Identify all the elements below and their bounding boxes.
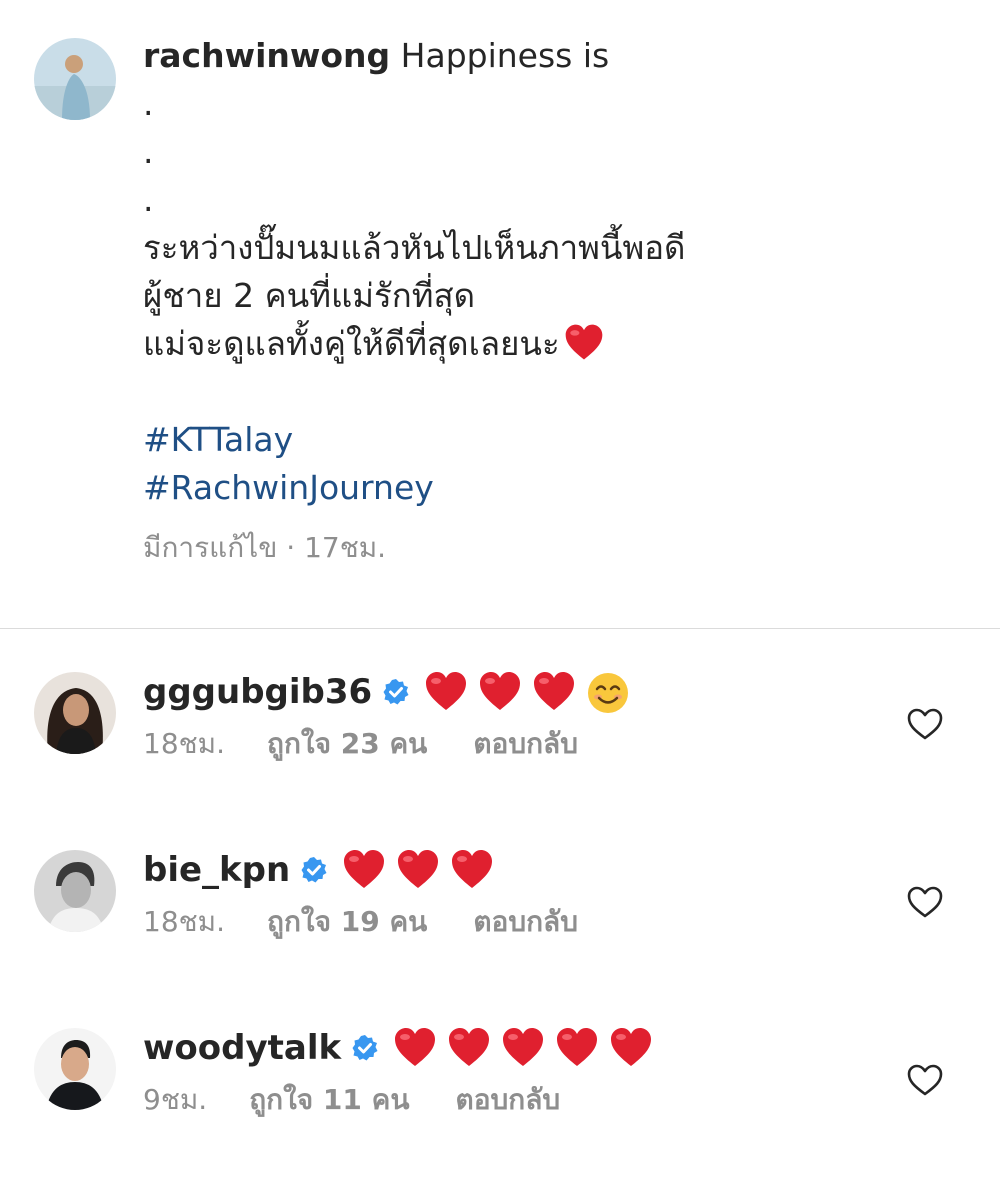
- caption-dot: .: [143, 84, 154, 123]
- comment-username[interactable]: woodytalk: [143, 1028, 341, 1068]
- red-heart-emoji: [499, 1024, 547, 1072]
- smiling-face-emoji: [584, 668, 632, 716]
- red-heart-emoji: [445, 1024, 493, 1072]
- red-heart-emoji: [391, 1024, 439, 1072]
- reply-button[interactable]: ตอบกลับ: [473, 902, 578, 942]
- caption-username[interactable]: rachwinwong: [143, 36, 390, 75]
- comment-item: bie_kpn 18ชม. ถูกใจ 19 คน ตอบกลับ: [0, 840, 1000, 990]
- heart-outline-icon[interactable]: [906, 706, 944, 742]
- heart-outline-icon[interactable]: [906, 1062, 944, 1098]
- reply-button[interactable]: ตอบกลับ: [456, 1080, 561, 1120]
- hashtag-link[interactable]: #KTTalay: [143, 420, 293, 459]
- red-heart-emoji: [448, 846, 496, 894]
- caption-dot: .: [143, 132, 154, 171]
- post-caption: rachwinwong Happiness is . . . ระหว่างปั…: [0, 0, 1000, 628]
- red-heart-emoji: [562, 321, 606, 365]
- comment-likes[interactable]: ถูกใจ 23 คน: [267, 724, 427, 764]
- red-heart-emoji: [394, 846, 442, 894]
- caption-first-line: Happiness is: [400, 36, 610, 75]
- comment-emojis: [340, 846, 502, 894]
- comment-emojis: [422, 668, 638, 716]
- red-heart-emoji: [530, 668, 578, 716]
- comment-item: gggubgib36 18ชม. ถูกใจ 23 คน ตอบกลับ: [0, 662, 1000, 812]
- red-heart-emoji: [422, 668, 470, 716]
- red-heart-emoji: [340, 846, 388, 894]
- verified-badge-icon: [300, 856, 328, 884]
- heart-outline-icon[interactable]: [906, 884, 944, 920]
- comment-item: woodytalk 9ชม. ถูกใจ 11 คน ตอบกลับ: [0, 1018, 1000, 1168]
- comment-username[interactable]: bie_kpn: [143, 850, 290, 890]
- comment-username[interactable]: gggubgib36: [143, 672, 372, 712]
- red-heart-emoji: [476, 668, 524, 716]
- commenter-avatar[interactable]: [34, 1028, 116, 1110]
- caption-line: ผู้ชาย 2 คนที่แม่รักที่สุด: [143, 276, 476, 315]
- comment-likes[interactable]: ถูกใจ 19 คน: [267, 902, 427, 942]
- verified-badge-icon: [382, 678, 410, 706]
- comment-emojis: [391, 1024, 661, 1072]
- caption-edited-time: มีการแก้ไข · 17ชม.: [143, 531, 387, 564]
- comment-likes[interactable]: ถูกใจ 11 คน: [249, 1080, 409, 1120]
- author-avatar[interactable]: [34, 38, 116, 120]
- comment-time: 18ชม.: [143, 727, 225, 760]
- hashtag-link[interactable]: #RachwinJourney: [143, 468, 434, 507]
- divider: [0, 628, 1000, 629]
- comment-time: 9ชม.: [143, 1083, 208, 1116]
- commenter-avatar[interactable]: [34, 850, 116, 932]
- caption-dot: .: [143, 180, 154, 219]
- comment-time: 18ชม.: [143, 905, 225, 938]
- verified-badge-icon: [351, 1034, 379, 1062]
- caption-line: แม่จะดูแลทั้งคู่ให้ดีที่สุดเลยนะ: [143, 324, 560, 363]
- caption-line: ระหว่างปั๊มนมแล้วหันไปเห็นภาพนี้พอดี: [143, 228, 686, 267]
- red-heart-emoji: [607, 1024, 655, 1072]
- reply-button[interactable]: ตอบกลับ: [473, 724, 578, 764]
- commenter-avatar[interactable]: [34, 672, 116, 754]
- red-heart-emoji: [553, 1024, 601, 1072]
